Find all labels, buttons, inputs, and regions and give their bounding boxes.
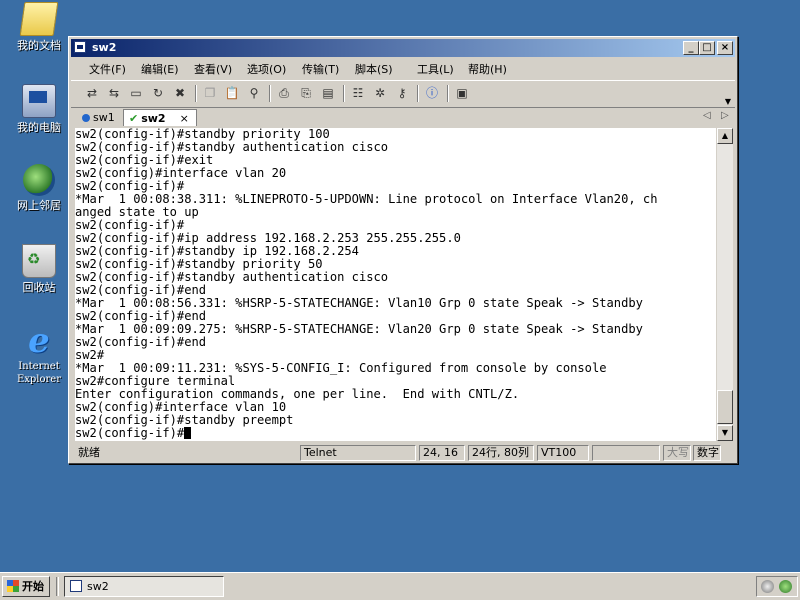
system-tray — [756, 576, 798, 597]
toolbar-separator — [195, 85, 197, 102]
print-setup-icon[interactable]: ▤ — [319, 85, 337, 102]
status-bar: 就绪 Telnet 24, 16 24行, 80列 VT100 大写 数字 — [71, 444, 735, 462]
desktop-icon-my-computer[interactable]: 我的电脑 — [8, 84, 70, 134]
desktop-icon-my-documents[interactable]: 我的文档 — [8, 2, 70, 52]
toolbar-separator — [447, 85, 449, 102]
session-tabs: sw1 ✔ sw2 × ◁ ▷ — [71, 107, 735, 127]
vertical-scrollbar[interactable]: ▲ ▼ — [717, 128, 733, 441]
windows-logo-icon — [7, 580, 19, 592]
paste-icon[interactable]: 📋 — [223, 85, 241, 102]
scroll-thumb[interactable] — [717, 390, 733, 424]
keymap-icon[interactable]: ⚷ — [393, 85, 411, 102]
toolbar-overflow-icon[interactable]: ▼ — [725, 97, 731, 106]
text-cursor — [184, 427, 192, 439]
network-icon — [23, 164, 55, 196]
window-title: sw2 — [92, 41, 117, 54]
status-blank — [592, 445, 660, 461]
tab-scroll-left-icon[interactable]: ◁ — [703, 110, 711, 121]
connect-tab-icon[interactable]: ▭ — [127, 85, 145, 102]
menu-transfer[interactable]: 传输(T) — [302, 61, 339, 77]
close-button[interactable]: × — [717, 41, 733, 55]
status-num-lock: 数字 — [693, 445, 721, 461]
connected-check-icon: ✔ — [129, 112, 139, 125]
help-icon[interactable]: ⓘ — [423, 85, 441, 102]
menu-help[interactable]: 帮助(H) — [468, 61, 507, 77]
computer-icon — [22, 84, 56, 118]
connect-icon[interactable]: ⇄ — [83, 85, 101, 102]
taskbar-separator — [56, 577, 59, 596]
print-icon[interactable]: ⎙ — [275, 85, 293, 102]
status-cursor-position: 24, 16 — [419, 445, 465, 461]
tab-sw1[interactable]: sw1 — [77, 109, 123, 126]
app-icon — [70, 580, 82, 592]
tab-scroll-right-icon[interactable]: ▷ — [721, 110, 729, 121]
title-bar[interactable]: sw2 _ □ × — [71, 39, 735, 57]
toolbar-separator — [269, 85, 271, 102]
network-status-icon[interactable] — [779, 580, 792, 593]
desktop-icon-internet-explorer[interactable]: e Internet Explorer — [8, 321, 70, 386]
terminal-line: sw2(config-if)# — [75, 427, 716, 440]
desktop-icon-label: 回收站 — [22, 281, 56, 294]
menu-tools[interactable]: 工具(L) — [417, 61, 454, 77]
tab-sw2[interactable]: ✔ sw2 × — [123, 109, 197, 126]
desktop-icon-recycle-bin[interactable]: 回收站 — [8, 244, 70, 294]
menu-script[interactable]: 脚本(S) — [355, 61, 393, 77]
taskbar-item-label: sw2 — [87, 580, 109, 593]
desktop-icon-network[interactable]: 网上邻居 — [8, 164, 70, 212]
desktop-icon-label: 我的电脑 — [17, 121, 61, 134]
minimize-button[interactable]: _ — [683, 41, 699, 55]
toolbar-separator — [343, 85, 345, 102]
terminal-window: sw2 _ □ × 文件(F) 编辑(E) 查看(V) 选项(O) 传输(T) … — [68, 36, 738, 464]
menu-file[interactable]: 文件(F) — [89, 61, 126, 77]
global-options-icon[interactable]: ✲ — [371, 85, 389, 102]
find-icon[interactable]: ⚲ — [245, 85, 263, 102]
recycle-bin-icon — [22, 244, 56, 278]
tab-label: sw1 — [93, 111, 115, 124]
toolbar-separator — [417, 85, 419, 102]
status-ready: 就绪 — [78, 446, 100, 459]
volume-icon[interactable] — [761, 580, 774, 593]
reconnect-icon[interactable]: ↻ — [149, 85, 167, 102]
toolbar: ⇄ ⇆ ▭ ↻ ✖ ❐ 📋 ⚲ ⎙ ⎘ ▤ ☷ ✲ ⚷ ⓘ ▣ ▼ — [71, 80, 735, 108]
print-selection-icon[interactable]: ⎘ — [297, 85, 315, 102]
menu-view[interactable]: 查看(V) — [194, 61, 232, 77]
disconnect-icon[interactable]: ✖ — [171, 85, 189, 102]
session-status-icon — [82, 114, 90, 122]
tab-label: sw2 — [141, 112, 166, 125]
desktop-icon-label: 网上邻居 — [17, 199, 61, 212]
terminal-output[interactable]: sw2(config-if)#standby priority 100 sw2(c… — [75, 128, 716, 441]
folder-icon — [19, 2, 59, 36]
app-icon — [74, 41, 86, 53]
session-options-icon[interactable]: ☷ — [349, 85, 367, 102]
copy-icon[interactable]: ❐ — [201, 85, 219, 102]
terminal-line: sw2(config-if)#end — [75, 335, 207, 349]
status-caps-lock: 大写 — [663, 445, 691, 461]
status-emulation: VT100 — [537, 445, 589, 461]
menu-edit[interactable]: 编辑(E) — [141, 61, 179, 77]
tab-close-icon[interactable]: × — [180, 112, 189, 125]
status-terminal-size: 24行, 80列 — [468, 445, 534, 461]
desktop-icon-label: 我的文档 — [17, 39, 61, 52]
taskbar: 开始 sw2 — [0, 572, 800, 600]
internet-explorer-icon: e — [28, 321, 50, 361]
scroll-up-icon[interactable]: ▲ — [717, 128, 733, 144]
menu-options[interactable]: 选项(O) — [247, 61, 286, 77]
menu-bar: 文件(F) 编辑(E) 查看(V) 选项(O) 传输(T) 脚本(S) 工具(L… — [71, 58, 735, 78]
quick-connect-icon[interactable]: ⇆ — [105, 85, 123, 102]
scroll-down-icon[interactable]: ▼ — [717, 425, 733, 441]
start-button[interactable]: 开始 — [2, 576, 50, 597]
status-protocol: Telnet — [300, 445, 416, 461]
desktop-icon-label: Internet Explorer — [16, 361, 62, 385]
taskbar-item-sw2[interactable]: sw2 — [64, 576, 224, 597]
start-label: 开始 — [22, 580, 44, 593]
maximize-button[interactable]: □ — [699, 41, 715, 55]
map-icon[interactable]: ▣ — [453, 85, 471, 102]
